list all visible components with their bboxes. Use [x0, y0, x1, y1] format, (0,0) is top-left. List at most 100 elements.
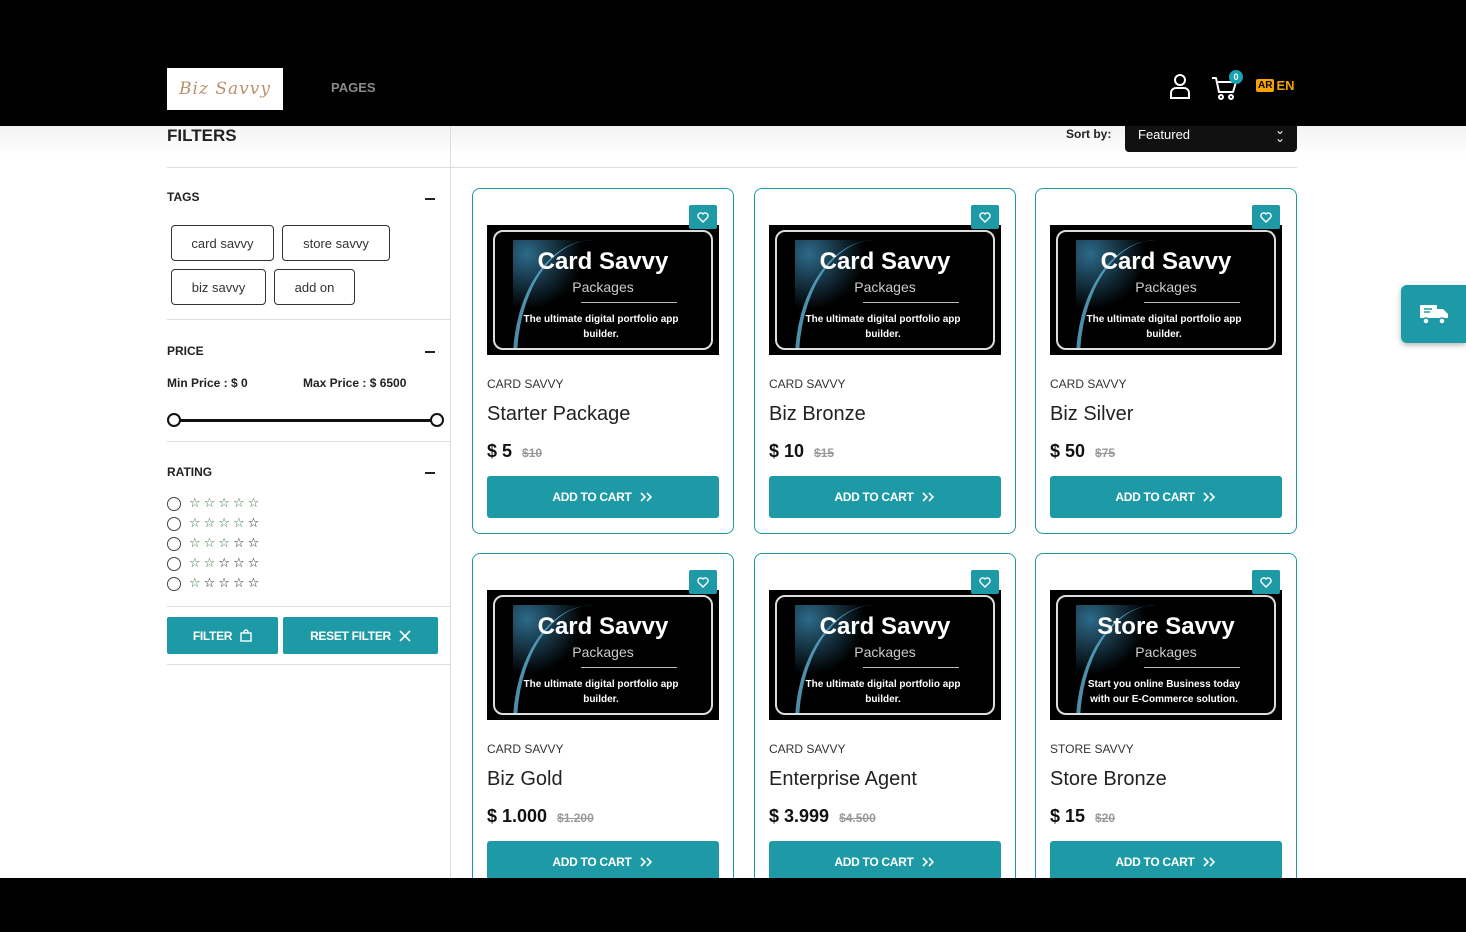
product-card[interactable]: Card Savvy Packages The ultimate digital… [754, 188, 1016, 534]
add-to-cart-button[interactable]: ADD TO CART [769, 841, 1001, 878]
min-price-label: Min Price : $ 0 [167, 376, 248, 390]
sort-select[interactable]: Featured ⌄ ⌄ [1125, 126, 1297, 152]
filter-button[interactable]: FILTER [167, 617, 278, 654]
add-to-cart-button[interactable]: ADD TO CART [487, 476, 719, 518]
product-card[interactable]: Store Savvy Packages Start you online Bu… [1035, 553, 1297, 878]
rating-option-1[interactable]: ☆☆☆☆☆ [167, 576, 262, 591]
product-card[interactable]: Card Savvy Packages The ultimate digital… [1035, 188, 1297, 534]
add-to-cart-label: ADD TO CART [834, 855, 914, 869]
product-image[interactable]: Card Savvy Packages The ultimate digital… [487, 225, 719, 355]
lang-ar[interactable]: AR [1256, 79, 1275, 92]
sidebar-divider [450, 126, 451, 878]
rating-radio[interactable] [167, 556, 181, 571]
product-card[interactable]: Card Savvy Packages The ultimate digital… [472, 553, 734, 878]
wishlist-button[interactable] [1252, 205, 1280, 229]
delivery-side-tab[interactable] [1401, 285, 1466, 343]
product-image[interactable]: Card Savvy Packages The ultimate digital… [1050, 225, 1282, 355]
language-switcher[interactable]: AR EN [1256, 78, 1295, 93]
top-navbar: Biz Savvy PAGES 0 AR EN [0, 0, 1466, 126]
product-category: CARD SAVVY [487, 377, 564, 391]
rating-divider [167, 606, 450, 607]
product-old-price: $20 [1095, 811, 1116, 825]
reset-filter-button[interactable]: RESET FILTER [283, 617, 438, 654]
product-image[interactable]: Card Savvy Packages The ultimate digital… [769, 590, 1001, 720]
price-slider-min-handle[interactable] [167, 413, 181, 427]
cart-count-badge: 0 [1229, 70, 1243, 84]
product-image-subtitle: Packages [1135, 279, 1197, 295]
product-image-subtitle: Packages [1135, 644, 1197, 660]
rating-option-2[interactable]: ☆☆☆☆☆ [167, 556, 262, 571]
tag-card-savvy[interactable]: card savvy [171, 225, 274, 261]
star-icons: ☆☆☆☆☆ [189, 496, 263, 511]
product-card[interactable]: Card Savvy Packages The ultimate digital… [754, 553, 1016, 878]
rating-radio[interactable] [167, 576, 181, 591]
chevrons-right-icon [1203, 492, 1215, 502]
rating-title: RATING [167, 465, 213, 479]
filter-button-label: FILTER [192, 628, 233, 643]
logo[interactable]: Biz Savvy [167, 68, 283, 110]
product-image-title: Card Savvy [819, 248, 951, 275]
price-slider-track[interactable] [174, 419, 436, 422]
add-to-cart-button[interactable]: ADD TO CART [769, 476, 1001, 518]
product-old-price: $10 [522, 446, 543, 460]
product-image-title: Store Savvy [1097, 613, 1235, 640]
chevrons-right-icon [640, 857, 652, 867]
product-image-frame: Card Savvy Packages The ultimate digital… [775, 595, 995, 715]
lang-en[interactable]: EN [1276, 78, 1294, 93]
product-image-subtitle: Packages [572, 279, 634, 295]
rating-radio[interactable] [167, 516, 181, 531]
wishlist-button[interactable] [689, 570, 717, 594]
product-image[interactable]: Store Savvy Packages Start you online Bu… [1050, 590, 1282, 720]
add-to-cart-button[interactable]: ADD TO CART [487, 841, 719, 878]
add-to-cart-button[interactable]: ADD TO CART [1050, 476, 1282, 518]
product-name[interactable]: Biz Bronze [769, 403, 866, 426]
tag-store-savvy[interactable]: store savvy [282, 225, 390, 261]
nav-pages[interactable]: PAGES [331, 80, 376, 95]
add-to-cart-button[interactable]: ADD TO CART [1050, 841, 1282, 878]
product-old-price: $1.200 [557, 811, 594, 825]
product-old-price: $4.500 [839, 811, 876, 825]
product-price: $ 50 [1050, 441, 1086, 461]
add-to-cart-label: ADD TO CART [1115, 490, 1195, 504]
product-price-block: $ 1.000 $1.200 [487, 806, 594, 827]
filters-title: FILTERS [167, 126, 237, 145]
wishlist-button[interactable] [689, 205, 717, 229]
wishlist-button[interactable] [971, 570, 999, 594]
rating-option-3[interactable]: ☆☆☆☆☆ [167, 536, 262, 551]
product-name[interactable]: Starter Package [487, 403, 630, 426]
heart-icon [979, 211, 991, 223]
wishlist-button[interactable] [1252, 570, 1280, 594]
product-name[interactable]: Biz Silver [1050, 403, 1133, 426]
product-image-frame: Card Savvy Packages The ultimate digital… [775, 230, 995, 350]
product-image-title: Card Savvy [819, 613, 951, 640]
tags-collapse-icon[interactable] [425, 198, 435, 200]
product-image-frame: Card Savvy Packages The ultimate digital… [493, 230, 713, 350]
product-name[interactable]: Biz Gold [487, 768, 563, 791]
product-image[interactable]: Card Savvy Packages The ultimate digital… [487, 590, 719, 720]
star-icons: ☆☆☆☆☆ [189, 536, 263, 551]
rating-option-5[interactable]: ☆☆☆☆☆ [167, 496, 262, 511]
product-image-frame: Card Savvy Packages The ultimate digital… [1056, 230, 1276, 350]
product-category: CARD SAVVY [769, 377, 846, 391]
bag-icon [240, 629, 252, 642]
delivery-truck-icon [1419, 305, 1448, 325]
product-image[interactable]: Card Savvy Packages The ultimate digital… [769, 225, 1001, 355]
wishlist-button[interactable] [971, 205, 999, 229]
chevron-down-icon: ⌄ ⌄ [1274, 126, 1285, 145]
rating-option-4[interactable]: ☆☆☆☆☆ [167, 516, 262, 531]
price-collapse-icon[interactable] [425, 351, 435, 353]
rating-radio[interactable] [167, 496, 181, 511]
product-name[interactable]: Enterprise Agent [769, 768, 917, 791]
product-image-description: The ultimate digital portfolio app build… [805, 679, 961, 705]
tag-biz-savvy[interactable]: biz savvy [171, 269, 266, 305]
product-name[interactable]: Store Bronze [1050, 768, 1167, 791]
price-slider-max-handle[interactable] [430, 413, 444, 427]
tag-add-on[interactable]: add on [274, 269, 355, 305]
product-card[interactable]: Card Savvy Packages The ultimate digital… [472, 188, 734, 534]
user-icon[interactable] [1168, 72, 1192, 100]
rating-radio[interactable] [167, 536, 181, 551]
product-price-block: $ 10 $15 [769, 441, 834, 462]
rating-collapse-icon[interactable] [425, 472, 435, 474]
add-to-cart-label: ADD TO CART [1115, 855, 1195, 869]
product-old-price: $75 [1095, 446, 1116, 460]
